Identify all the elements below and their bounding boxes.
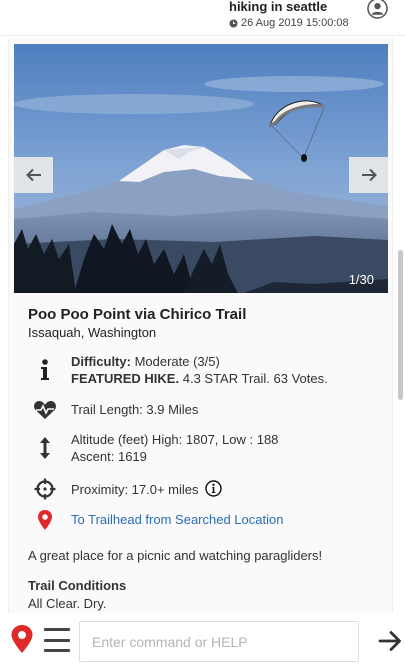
- featured-value: 4.3 STAR Trail. 63 Votes.: [179, 371, 328, 386]
- timestamp-text: 26 Aug 2019 15:00:08: [241, 17, 349, 29]
- location-pin-icon[interactable]: [10, 624, 34, 654]
- gallery-next-button[interactable]: [349, 157, 388, 193]
- mountain-photo-image: [14, 44, 388, 293]
- crosshairs-icon: [32, 476, 58, 502]
- trailhead-row: To Trailhead from Searched Location: [28, 510, 388, 531]
- arrow-right-icon: [361, 168, 377, 182]
- trail-length: Trail Length: 3.9 Miles: [71, 402, 199, 417]
- arrow-left-icon: [25, 168, 41, 182]
- altitude-row: Altitude (feet) High: 1807, Low : 188 As…: [28, 431, 388, 467]
- info-circle-icon[interactable]: [205, 480, 222, 497]
- command-input[interactable]: [79, 621, 359, 662]
- message-timestamp: 26 Aug 2019 15:00:08: [229, 17, 349, 29]
- trail-name: Poo Poo Point via Chirico Trail: [28, 306, 247, 323]
- conditions-value: All Clear. Dry.: [28, 596, 107, 611]
- gallery-prev-button[interactable]: [14, 157, 53, 193]
- info-icon: [32, 357, 58, 383]
- menu-line: [44, 638, 70, 642]
- menu-line: [44, 628, 70, 631]
- map-pin-icon: [32, 507, 58, 533]
- clock-icon: [229, 18, 238, 28]
- trailhead-link[interactable]: To Trailhead from Searched Location: [71, 511, 381, 528]
- input-bar: [0, 614, 405, 667]
- trail-photo: 1/30: [14, 44, 388, 293]
- difficulty-value: Moderate (3/5): [130, 354, 220, 369]
- conditions-label: Trail Conditions: [28, 578, 127, 593]
- trail-location: Issaquah, Washington: [28, 325, 157, 340]
- featured-label: FEATURED HIKE.: [71, 371, 180, 386]
- header: hiking in seattle 26 Aug 2019 15:00:08: [0, 0, 405, 36]
- scrollbar-thumb[interactable]: [398, 250, 403, 400]
- menu-line: [44, 649, 70, 652]
- chat-title: hiking in seattle: [229, 0, 328, 14]
- difficulty-label: Difficulty:: [71, 354, 131, 369]
- heartbeat-icon: [32, 397, 58, 423]
- chat-page: hiking in seattle 26 Aug 2019 15:00:08 1…: [0, 0, 405, 667]
- send-arrow-icon[interactable]: [378, 630, 402, 652]
- gallery-counter: 1/30: [348, 272, 374, 287]
- trail-length-row: Trail Length: 3.9 Miles: [28, 401, 388, 421]
- proximity-row: Proximity: 17.0+ miles: [28, 478, 388, 500]
- ascent-text: Ascent: 1619: [71, 449, 147, 464]
- arrows-vertical-icon: [32, 435, 58, 461]
- proximity-text: Proximity: 17.0+ miles: [71, 482, 199, 497]
- menu-icon[interactable]: [44, 628, 70, 652]
- trail-description: A great place for a picnic and watching …: [28, 548, 323, 563]
- user-avatar-icon[interactable]: [367, 0, 388, 19]
- altitude-text: Altitude (feet) High: 1807, Low : 188: [71, 432, 279, 447]
- trail-card: 1/30 Poo Poo Point via Chirico Trail Iss…: [8, 38, 393, 613]
- difficulty-row: Difficulty: Moderate (3/5) FEATURED HIKE…: [28, 353, 388, 389]
